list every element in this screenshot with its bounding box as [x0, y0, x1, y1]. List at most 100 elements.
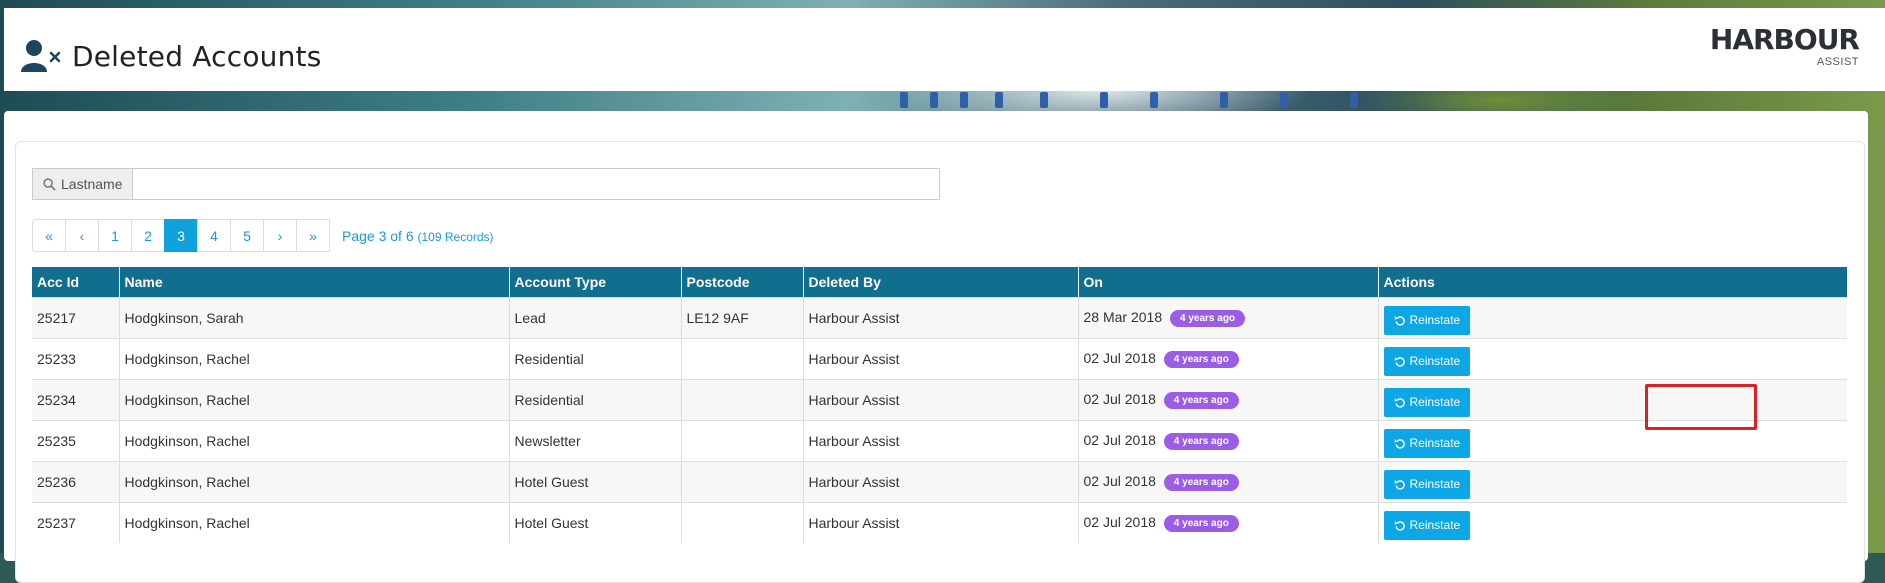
cell-name: Hodgkinson, Rachel: [119, 420, 510, 462]
reinstate-label: Reinstate: [1409, 395, 1461, 409]
cell-acc-id: 25234: [32, 379, 120, 421]
cell-deleted-by: Harbour Assist: [803, 297, 1079, 339]
column-acc-id[interactable]: Acc Id: [32, 267, 120, 298]
cell-acc-id: 25237: [32, 502, 120, 543]
reinstate-label: Reinstate: [1409, 313, 1461, 327]
undo-icon: [1394, 439, 1405, 449]
cell-postcode: [681, 461, 804, 503]
column-actions: Actions: [1378, 267, 1847, 298]
cell-account-type: Residential: [509, 338, 682, 380]
undo-icon: [1394, 316, 1405, 326]
cell-acc-id: 25236: [32, 461, 120, 503]
cell-acc-id: 25233: [32, 338, 120, 380]
undo-icon: [1394, 357, 1405, 367]
undo-icon: [1394, 398, 1405, 408]
cell-deleted-by: Harbour Assist: [803, 461, 1079, 503]
page-4-button[interactable]: 4: [197, 219, 231, 252]
reinstate-button[interactable]: Reinstate: [1383, 428, 1471, 458]
cell-on: 02 Jul 2018 4 years ago: [1078, 379, 1379, 421]
deleted-date: 02 Jul 2018: [1083, 473, 1156, 490]
harbour-assist-logo: HARBOUR ASSIST: [1709, 23, 1860, 69]
lastname-search-input[interactable]: [132, 168, 941, 200]
cell-on: 28 Mar 2018 4 years ago: [1078, 297, 1379, 339]
cell-actions: Reinstate: [1378, 461, 1847, 503]
logo-main: HARBOUR: [1709, 23, 1860, 56]
deleted-date: 02 Jul 2018: [1083, 514, 1156, 531]
page-next-button[interactable]: ›: [263, 219, 297, 252]
cell-name: Hodgkinson, Sarah: [119, 297, 510, 339]
cell-actions: Reinstate: [1378, 379, 1847, 421]
cell-actions: Reinstate: [1378, 297, 1847, 339]
column-on[interactable]: On: [1078, 267, 1379, 298]
logo-sub: ASSIST: [1816, 56, 1859, 68]
page-1-button[interactable]: 1: [98, 219, 132, 252]
cell-deleted-by: Harbour Assist: [803, 502, 1079, 543]
deleted-date: 02 Jul 2018: [1083, 350, 1156, 367]
lastname-search: Lastname: [32, 168, 941, 200]
cell-name: Hodgkinson, Rachel: [119, 502, 510, 543]
table-header-row: Acc Id Name Account Type Postcode Delete…: [32, 267, 1847, 298]
cell-postcode: LE12 9AF: [681, 297, 804, 339]
cell-postcode: [681, 502, 804, 543]
cell-postcode: [681, 338, 804, 380]
deleted-date: 02 Jul 2018: [1083, 391, 1156, 408]
reinstate-button[interactable]: Reinstate: [1383, 305, 1471, 335]
reinstate-label: Reinstate: [1409, 477, 1461, 491]
title-wrap: Deleted Accounts: [20, 38, 322, 74]
time-ago-badge: 4 years ago: [1163, 391, 1239, 409]
time-ago-badge: 4 years ago: [1163, 473, 1239, 491]
cell-name: Hodgkinson, Rachel: [119, 379, 510, 421]
cell-acc-id: 25235: [32, 420, 120, 462]
table-row: 25237 Hodgkinson, Rachel Hotel Guest Har…: [32, 502, 1847, 543]
reinstate-button[interactable]: Reinstate: [1383, 510, 1471, 540]
column-name[interactable]: Name: [119, 267, 510, 298]
pagination: « ‹ 1 2 3 4 5 › » Page 3 of 6 (109 Recor…: [32, 219, 494, 252]
column-postcode[interactable]: Postcode: [681, 267, 804, 298]
page-first-button[interactable]: «: [32, 219, 66, 252]
table-row: 25234 Hodgkinson, Rachel Residential Har…: [32, 379, 1847, 421]
page-header: Deleted Accounts HARBOUR ASSIST: [4, 8, 1885, 91]
cell-account-type: Hotel Guest: [509, 461, 682, 503]
page-title: Deleted Accounts: [72, 39, 322, 73]
cell-account-type: Residential: [509, 379, 682, 421]
deleted-date: 28 Mar 2018: [1083, 309, 1163, 326]
cell-deleted-by: Harbour Assist: [803, 379, 1079, 421]
cell-on: 02 Jul 2018 4 years ago: [1078, 461, 1379, 503]
time-ago-badge: 4 years ago: [1163, 514, 1239, 532]
column-deleted-by[interactable]: Deleted By: [803, 267, 1079, 298]
reinstate-button[interactable]: Reinstate: [1383, 346, 1471, 376]
cell-actions: Reinstate: [1378, 502, 1847, 543]
table-row: 25233 Hodgkinson, Rachel Residential Har…: [32, 338, 1847, 380]
time-ago-badge: 4 years ago: [1163, 432, 1239, 450]
table-row: 25235 Hodgkinson, Rachel Newsletter Harb…: [32, 420, 1847, 462]
page-last-button[interactable]: »: [296, 219, 330, 252]
table-row: 25217 Hodgkinson, Sarah Lead LE12 9AF Ha…: [32, 297, 1847, 339]
cell-account-type: Newsletter: [509, 420, 682, 462]
cell-deleted-by: Harbour Assist: [803, 338, 1079, 380]
page-2-button[interactable]: 2: [131, 219, 165, 252]
cell-actions: Reinstate: [1378, 338, 1847, 380]
content-card: Lastname « ‹ 1 2 3 4 5 › » Page 3 of 6 (…: [4, 111, 1868, 583]
table-row: 25236 Hodgkinson, Rachel Hotel Guest Har…: [32, 461, 1847, 503]
reinstate-button[interactable]: Reinstate: [1383, 387, 1471, 417]
page-5-button[interactable]: 5: [230, 219, 264, 252]
cell-actions: Reinstate: [1378, 420, 1847, 462]
undo-icon: [1394, 480, 1405, 490]
cell-name: Hodgkinson, Rachel: [119, 461, 510, 503]
cell-on: 02 Jul 2018 4 years ago: [1078, 338, 1379, 380]
cell-account-type: Hotel Guest: [509, 502, 682, 543]
deleted-date: 02 Jul 2018: [1083, 432, 1156, 449]
column-account-type[interactable]: Account Type: [509, 267, 682, 298]
page-3-button[interactable]: 3: [164, 219, 198, 252]
record-count: (109 Records): [417, 229, 494, 244]
page-prev-button[interactable]: ‹: [65, 219, 99, 252]
reinstate-button[interactable]: Reinstate: [1383, 469, 1471, 499]
search-addon: Lastname: [32, 168, 133, 200]
cell-on: 02 Jul 2018 4 years ago: [1078, 502, 1379, 543]
cell-on: 02 Jul 2018 4 years ago: [1078, 420, 1379, 462]
time-ago-badge: 4 years ago: [1163, 350, 1239, 368]
cell-acc-id: 25217: [32, 297, 120, 339]
cell-name: Hodgkinson, Rachel: [119, 338, 510, 380]
reinstate-label: Reinstate: [1409, 518, 1461, 532]
undo-icon: [1394, 521, 1405, 531]
